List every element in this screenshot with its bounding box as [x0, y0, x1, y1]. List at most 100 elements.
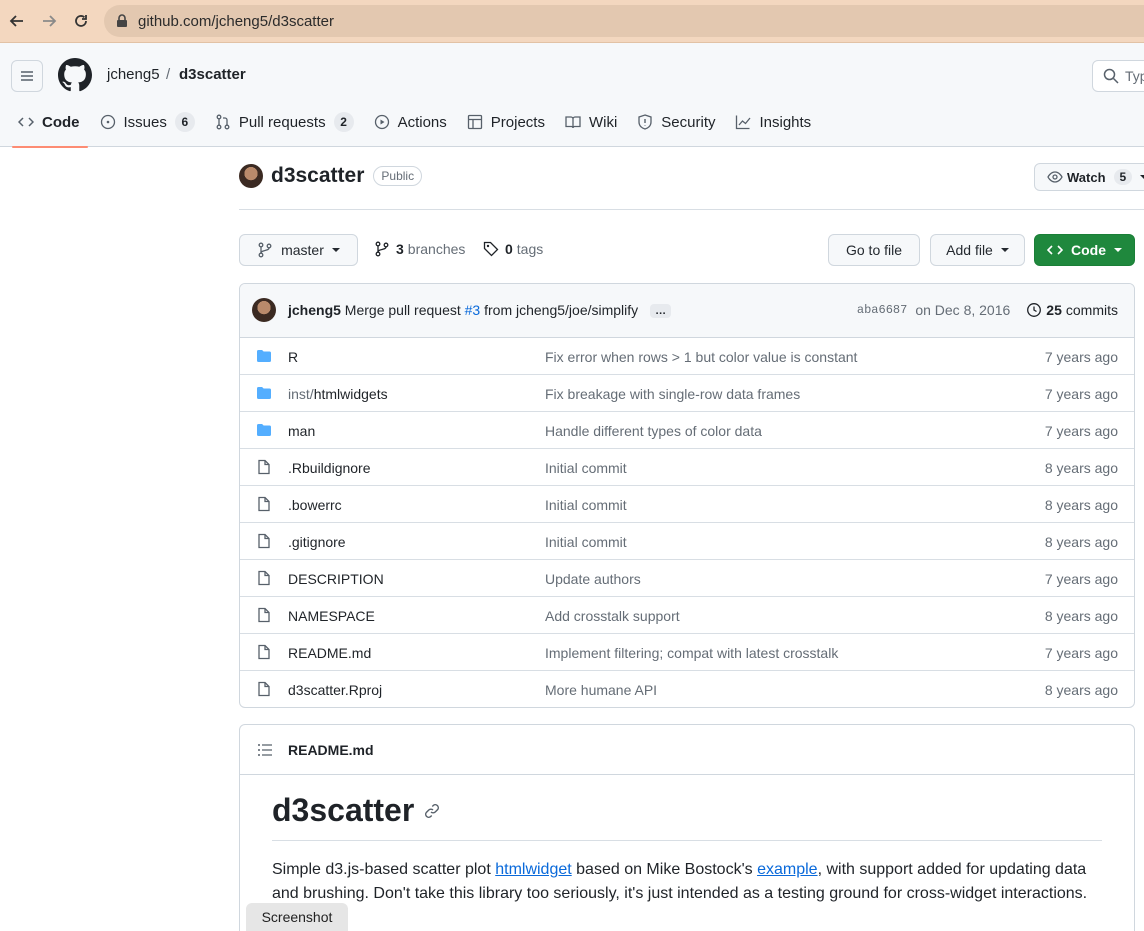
file-commit-message[interactable]: Update authors	[545, 571, 641, 587]
repo-name[interactable]: d3scatter	[271, 164, 364, 188]
tab-actions[interactable]: Actions	[366, 103, 459, 147]
commit-sha[interactable]: aba6687	[857, 303, 907, 317]
commit-pr-link[interactable]: #3	[465, 302, 481, 318]
file-icon	[258, 681, 270, 697]
breadcrumb-separator: /	[166, 66, 171, 83]
github-logo-icon[interactable]	[58, 58, 92, 92]
file-row[interactable]: .Rbuildignore Initial commit 8 years ago	[240, 449, 1134, 486]
reload-button[interactable]	[68, 8, 94, 34]
commit-date: on Dec 8, 2016	[915, 302, 1011, 318]
file-commit-message[interactable]: Fix breakage with single-row data frames	[545, 386, 800, 402]
tab-insights[interactable]: Insights	[727, 103, 823, 147]
tab-security-label: Security	[661, 113, 716, 131]
tab-pull-requests-label: Pull requests	[238, 113, 326, 131]
code-button[interactable]: Code	[1034, 234, 1135, 266]
file-commit-message[interactable]: Initial commit	[545, 534, 627, 550]
search-input[interactable]: Typ	[1092, 60, 1144, 92]
tags-link[interactable]: 0 tags	[483, 241, 543, 257]
menu-button[interactable]	[11, 60, 43, 92]
branch-select-button[interactable]: master	[239, 234, 358, 266]
code-icon	[1047, 245, 1063, 255]
breadcrumb-owner[interactable]: jcheng5	[107, 66, 160, 83]
example-link[interactable]: example	[757, 861, 817, 878]
commit-author-avatar[interactable]	[252, 298, 276, 322]
file-row[interactable]: inst/htmlwidgets Fix breakage with single…	[240, 375, 1134, 412]
file-row[interactable]: NAMESPACE Add crosstalk support 8 years ag…	[240, 597, 1134, 634]
tab-code[interactable]: Code	[10, 103, 92, 148]
file-commit-message[interactable]: Implement filtering; compat with latest …	[545, 645, 838, 661]
file-type-icon	[256, 348, 272, 367]
commit-message-prefix[interactable]: Merge pull request	[345, 302, 461, 318]
tab-issues[interactable]: Issues 6	[92, 103, 207, 147]
file-name-link[interactable]: .gitignore	[288, 534, 346, 550]
commit-message-suffix[interactable]: from jcheng5/joe/simplify	[484, 302, 638, 318]
file-row[interactable]: man Handle different types of color data 7…	[240, 412, 1134, 449]
file-name-link[interactable]: .bowerrc	[288, 497, 342, 513]
commit-author[interactable]: jcheng5	[288, 302, 341, 318]
repo-title-row: d3scatter Public	[239, 164, 423, 188]
branch-icon	[375, 241, 389, 257]
file-list: jcheng5 Merge pull request #3 from jchen…	[239, 283, 1135, 708]
back-button[interactable]	[4, 8, 30, 34]
branches-link[interactable]: 3 branches	[374, 241, 465, 257]
branch-icon	[258, 242, 272, 258]
tab-pull-requests[interactable]: Pull requests 2	[207, 103, 366, 147]
commit-expand-button[interactable]: …	[650, 304, 672, 319]
code-label: Code	[1071, 242, 1106, 258]
file-name-link[interactable]: DESCRIPTION	[288, 571, 384, 587]
site-info-icon[interactable]	[116, 14, 128, 28]
file-commit-age: 7 years ago	[1044, 645, 1118, 661]
readme-file-label[interactable]: README.md	[288, 742, 374, 758]
file-commit-message[interactable]: More humane API	[545, 682, 657, 698]
tab-issues-label: Issues	[123, 113, 167, 131]
file-name-link[interactable]: README.md	[288, 645, 371, 661]
go-to-file-label: Go to file	[845, 242, 903, 258]
repo-nav: Code Issues 6 Pull requests 2 Actions Pr…	[0, 103, 823, 148]
tab-wiki[interactable]: Wiki	[557, 103, 629, 147]
readme-panel: README.md d3scatter Simple d3.js-based s…	[239, 724, 1135, 931]
file-commit-message[interactable]: Fix error when rows > 1 but color value …	[545, 349, 857, 365]
link-icon[interactable]	[424, 803, 440, 819]
commits-history-link[interactable]: 25 commits	[1026, 302, 1118, 318]
commits-label: commits	[1065, 302, 1118, 318]
file-name-link[interactable]: d3scatter.Rproj	[288, 682, 382, 698]
watch-button[interactable]: Watch 5	[1034, 163, 1144, 191]
folder-icon	[257, 424, 271, 436]
file-commit-message[interactable]: Handle different types of color data	[545, 423, 762, 439]
breadcrumb-repo[interactable]: d3scatter	[179, 66, 246, 83]
address-bar[interactable]: github.com/jcheng5/d3scatter	[104, 5, 1144, 37]
file-name-link[interactable]: NAMESPACE	[288, 608, 375, 624]
htmlwidget-link[interactable]: htmlwidget	[495, 861, 571, 878]
file-name-link[interactable]: man	[288, 423, 315, 439]
github-header: jcheng5 / d3scatter Typ Code Issues 6 Pu…	[0, 43, 1144, 148]
screenshot-tooltip[interactable]: Screenshot	[246, 903, 348, 931]
file-commit-message[interactable]: Initial commit	[545, 497, 627, 513]
file-row[interactable]: README.md Implement filtering; compat wit…	[240, 634, 1134, 671]
file-commit-age: 7 years ago	[1044, 423, 1118, 439]
file-commit-message[interactable]: Add crosstalk support	[545, 608, 680, 624]
list-icon[interactable]	[257, 742, 273, 758]
reload-icon	[75, 15, 87, 27]
issues-count-badge: 6	[174, 112, 195, 132]
file-row[interactable]: .gitignore Initial commit 8 years ago	[240, 523, 1134, 560]
owner-avatar[interactable]	[239, 164, 263, 188]
file-row[interactable]: .bowerrc Initial commit 8 years ago	[240, 486, 1134, 523]
issue-icon	[100, 114, 115, 130]
file-name-link[interactable]: inst/htmlwidgets	[288, 386, 388, 402]
file-name: NAMESPACE	[288, 608, 375, 624]
file-name-link[interactable]: R	[288, 349, 298, 365]
file-row[interactable]: d3scatter.Rproj More humane API 8 years ag…	[240, 671, 1134, 707]
file-row[interactable]: DESCRIPTION Update authors 7 years ago	[240, 560, 1134, 597]
go-to-file-button[interactable]: Go to file	[828, 234, 920, 266]
forward-button[interactable]	[36, 8, 62, 34]
file-icon	[258, 570, 270, 586]
branches-label: branches	[407, 241, 466, 257]
file-name-link[interactable]: .Rbuildignore	[288, 460, 371, 476]
add-file-button[interactable]: Add file	[930, 234, 1025, 266]
file-row[interactable]: R Fix error when rows > 1 but color value…	[240, 338, 1134, 375]
file-commit-message[interactable]: Initial commit	[545, 460, 627, 476]
graph-icon	[736, 115, 751, 130]
tab-security[interactable]: Security	[629, 103, 727, 147]
tab-projects[interactable]: Projects	[459, 103, 557, 147]
file-icon	[258, 459, 270, 475]
